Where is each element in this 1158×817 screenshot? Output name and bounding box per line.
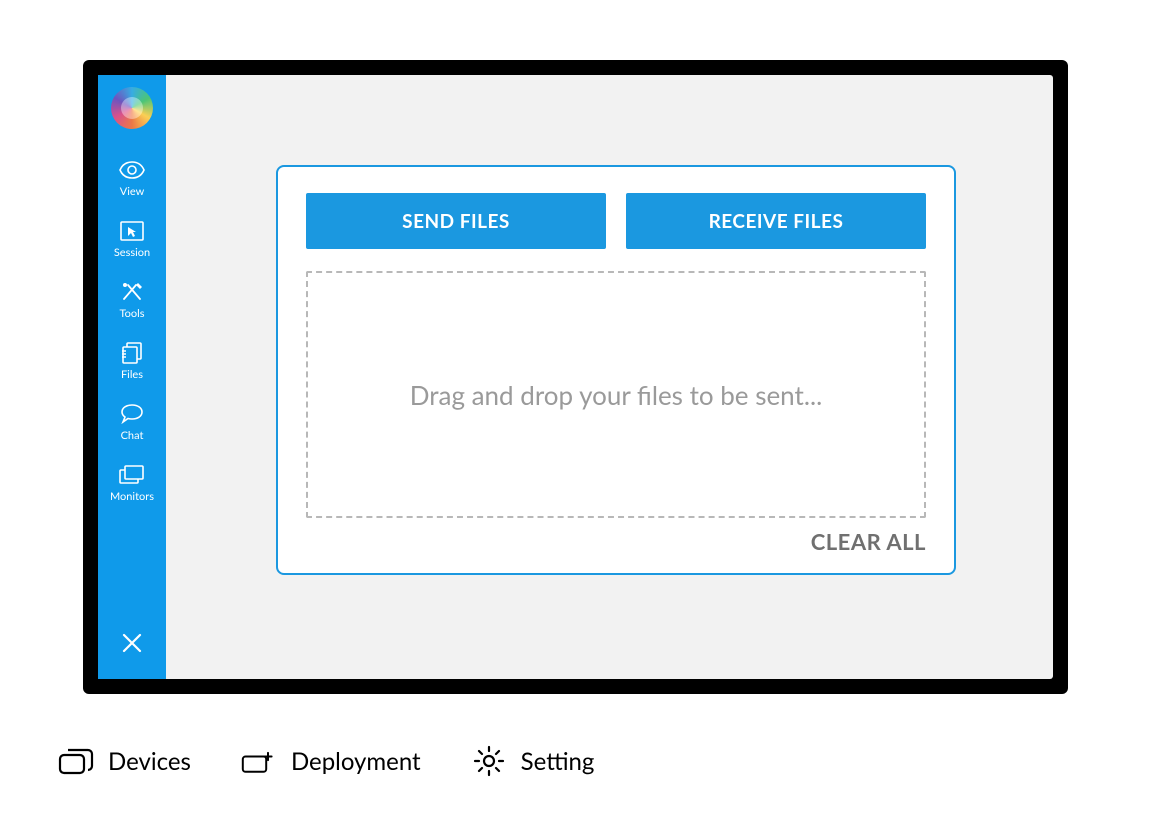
send-files-button[interactable]: SEND FILES xyxy=(306,193,606,249)
receive-files-button[interactable]: RECEIVE FILES xyxy=(626,193,926,249)
send-files-label: SEND FILES xyxy=(402,210,510,233)
dropzone-hint: Drag and drop your files to be sent... xyxy=(410,379,822,411)
sidebar-item-label: Chat xyxy=(121,429,144,442)
bottom-label: Devices xyxy=(108,747,191,776)
bottom-item-setting[interactable]: Setting xyxy=(471,746,595,776)
sidebar-item-chat[interactable]: Chat xyxy=(98,391,166,452)
app-window: View Session xyxy=(98,75,1053,679)
sidebar-item-session[interactable]: Session xyxy=(98,208,166,269)
monitors-icon xyxy=(118,464,146,486)
bottom-item-deployment[interactable]: Deployment xyxy=(241,746,421,776)
sidebar-item-label: View xyxy=(120,185,144,198)
files-icon xyxy=(118,342,146,364)
receive-files-label: RECEIVE FILES xyxy=(709,210,844,233)
sidebar-item-label: Tools xyxy=(120,307,145,320)
sidebar-item-tools[interactable]: Tools xyxy=(98,269,166,330)
bottom-label: Deployment xyxy=(291,747,421,776)
devices-icon xyxy=(58,746,94,776)
panel-button-row: SEND FILES RECEIVE FILES xyxy=(306,193,926,249)
cursor-box-icon xyxy=(118,220,146,242)
sidebar: View Session xyxy=(98,75,166,679)
main-area: SEND FILES RECEIVE FILES Drag and drop y… xyxy=(166,75,1053,679)
clear-all-label: CLEAR ALL xyxy=(811,528,926,555)
deployment-icon xyxy=(241,746,277,776)
sidebar-item-label: Session xyxy=(114,246,150,259)
tools-icon xyxy=(118,281,146,303)
stage: View Session xyxy=(0,0,1158,817)
file-transfer-panel: SEND FILES RECEIVE FILES Drag and drop y… xyxy=(276,165,956,575)
panel-footer: CLEAR ALL xyxy=(306,518,926,555)
sidebar-item-files[interactable]: Files xyxy=(98,330,166,391)
chat-icon xyxy=(118,403,146,425)
sidebar-item-label: Files xyxy=(121,368,143,381)
close-icon xyxy=(121,632,143,654)
close-button[interactable] xyxy=(98,613,166,673)
sidebar-item-label: Monitors xyxy=(110,490,154,503)
sidebar-item-monitors[interactable]: Monitors xyxy=(98,452,166,513)
window-frame: View Session xyxy=(83,60,1068,694)
bottom-item-devices[interactable]: Devices xyxy=(58,746,191,776)
bottom-toolbar: Devices Deployment Setting xyxy=(22,726,732,796)
bottom-label: Setting xyxy=(521,747,595,776)
gear-icon xyxy=(471,746,507,776)
clear-all-button[interactable]: CLEAR ALL xyxy=(811,528,926,555)
app-logo xyxy=(111,87,153,129)
eye-icon xyxy=(118,159,146,181)
file-dropzone[interactable]: Drag and drop your files to be sent... xyxy=(306,271,926,518)
sidebar-item-view[interactable]: View xyxy=(98,147,166,208)
